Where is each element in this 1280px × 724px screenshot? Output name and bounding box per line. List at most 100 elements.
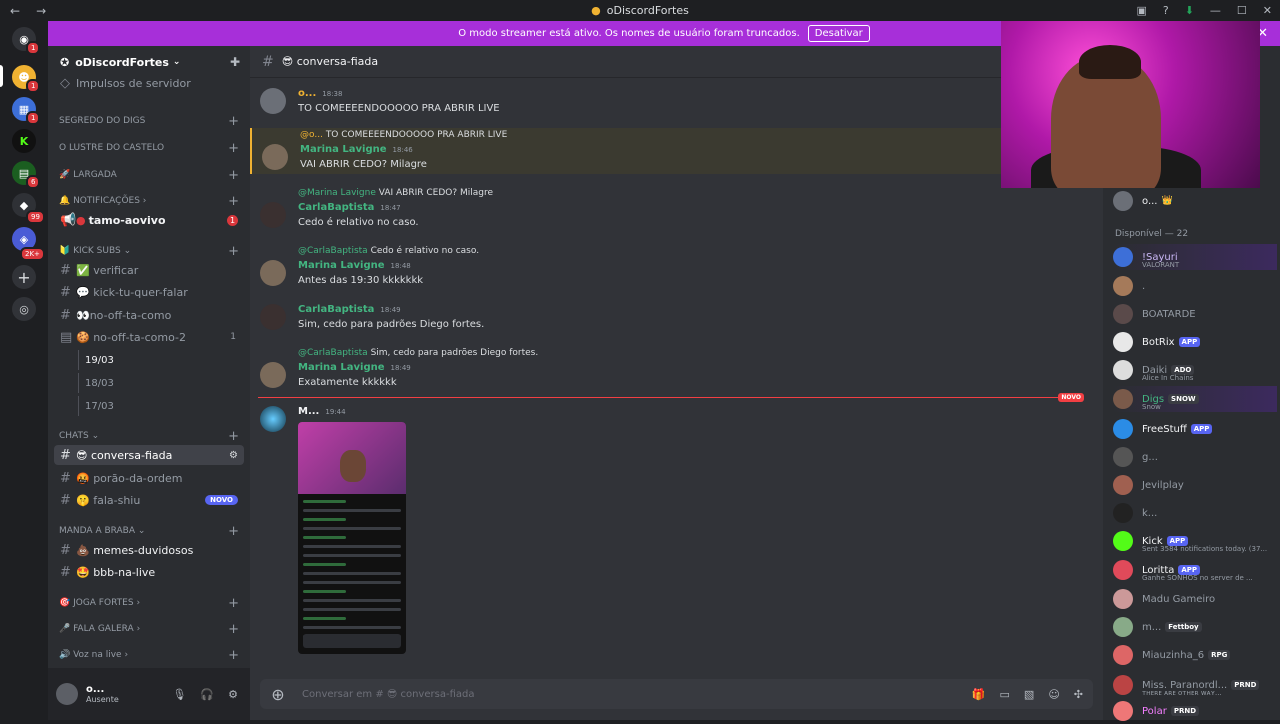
channel-fala-shiu[interactable]: #🤫 fala-shiuNOVO [54, 490, 244, 510]
channel-verificar[interactable]: #✅ verificar [54, 260, 244, 280]
thread-item[interactable]: 18/03 [78, 373, 114, 393]
image-attachment[interactable] [298, 422, 406, 654]
sticker-icon[interactable]: ▧ [1024, 688, 1034, 701]
category[interactable]: 🎯 JOGA FORTES ›+ [59, 598, 239, 608]
inbox-icon[interactable]: ▣ [1136, 4, 1146, 17]
avatar[interactable] [260, 88, 286, 114]
channel-label: bbb-na-live [93, 566, 155, 579]
category[interactable]: SEGREDO DO DIGS+ [59, 116, 239, 126]
emoji-icon[interactable]: ☺ [1048, 688, 1059, 701]
add-channel-icon[interactable]: + [228, 596, 239, 611]
message-author[interactable]: o...18:38 [298, 88, 342, 99]
category[interactable]: MANDA A BRABA ⌄+ [59, 526, 239, 536]
message-author[interactable]: Marina Lavigne18:48 [298, 260, 411, 271]
channel-tamo-aovivo[interactable]: 📢 ●tamo-aovivo 1 [54, 210, 244, 230]
gif-icon[interactable]: ▭ [1000, 688, 1010, 701]
avatar [1113, 503, 1133, 523]
add-channel-icon[interactable]: + [228, 141, 239, 156]
gift-icon[interactable]: 🎁 [972, 688, 986, 701]
category[interactable]: 🚀 LARGADA+ [59, 170, 239, 180]
close-button[interactable]: ✕ [1263, 4, 1272, 17]
server-boost[interactable]: ◇ Impulsos de servidor [54, 73, 244, 93]
member-item[interactable]: g... [1113, 444, 1277, 470]
add-channel-icon[interactable]: + [228, 244, 239, 259]
add-server-icon[interactable]: + [12, 265, 36, 289]
message-author[interactable]: Marina Lavigne18:46 [300, 144, 413, 155]
member-item[interactable]: m...Fettboy [1113, 614, 1277, 640]
category[interactable]: 🔔 NOTIFICAÇÕES ›+ [59, 196, 239, 206]
member-item[interactable]: Madu Gameiro [1113, 586, 1277, 612]
channel-settings-icon[interactable]: ⚙ [229, 450, 238, 461]
category[interactable]: CHATS ⌄+ [59, 431, 239, 441]
message-author[interactable]: Marina Lavigne18:49 [298, 362, 411, 373]
microphone-icon[interactable]: 🎙 [172, 688, 186, 701]
avatar[interactable] [260, 362, 286, 388]
explore-icon[interactable]: ◎ [12, 297, 36, 321]
kick-server-icon[interactable]: K [12, 129, 36, 153]
channel-no-off-2[interactable]: ▤🍪 no-off-ta-como-21 [54, 327, 244, 347]
member-item[interactable]: PolarPRND [1113, 698, 1277, 724]
add-channel-icon[interactable]: + [228, 194, 239, 209]
member-item[interactable]: LorittaAPPGanhe SONHOS no server de ... [1113, 557, 1277, 583]
headphones-icon[interactable]: 🎧 [200, 688, 214, 701]
download-icon[interactable]: ⬇ [1185, 4, 1194, 17]
reply-preview[interactable]: @Marina Lavigne VAI ABRIR CEDO? Milagre [298, 188, 493, 198]
channel-memes[interactable]: #💩 memes-duvidosos [54, 540, 244, 560]
avatar[interactable] [56, 683, 78, 705]
member-item[interactable]: KickAPPSent 3584 notifications today. (3… [1113, 528, 1277, 554]
add-attachment-icon[interactable]: ⊕ [266, 685, 290, 704]
avatar[interactable] [260, 260, 286, 286]
avatar[interactable] [260, 406, 286, 432]
message-author[interactable]: CarlaBaptista18:47 [298, 202, 401, 213]
member-item[interactable]: Miss. Paranordl...PRNDᴛʜᴇʀᴇ ᴀʀᴇ ᴏᴛʜᴇʀ ᴡᴀ… [1113, 672, 1277, 698]
channel-bbb[interactable]: #🤩 bbb-na-live [54, 562, 244, 582]
reply-preview[interactable]: @o... TO COMEEEENDOOOOO PRA ABRIR LIVE [300, 130, 507, 140]
message-composer[interactable]: ⊕ Conversar em # 😎 conversa-fiada 🎁 ▭ ▧ … [260, 679, 1093, 709]
reply-preview[interactable]: @CarlaBaptista Sim, cedo para padrões Di… [298, 348, 538, 358]
avatar[interactable] [262, 144, 288, 170]
avatar[interactable] [260, 304, 286, 330]
member-item[interactable]: . [1113, 273, 1277, 299]
add-channel-icon[interactable]: + [228, 114, 239, 129]
member-item[interactable]: FreeStuffAPP [1113, 416, 1277, 442]
author-name: M... [298, 406, 319, 417]
category[interactable]: 🔰 KICK SUBS ⌄+ [59, 246, 239, 256]
avatar[interactable] [260, 202, 286, 228]
channel-porao[interactable]: #🤬 porão-da-ordem [54, 468, 244, 488]
member-item[interactable]: !SayuriVALORANT [1113, 244, 1277, 270]
add-channel-icon[interactable]: + [228, 648, 239, 663]
add-channel-icon[interactable]: + [228, 168, 239, 183]
apps-icon[interactable]: ✣ [1074, 688, 1083, 701]
message-author[interactable]: CarlaBaptista18:49 [298, 304, 401, 315]
member-item[interactable]: k... [1113, 500, 1277, 526]
category[interactable]: O LUSTRE DO CASTELO+ [59, 143, 239, 153]
channel-kick[interactable]: #💬 kick-tu-quer-falar [54, 282, 244, 302]
gear-icon[interactable]: ⚙ [228, 688, 238, 701]
member-item[interactable]: DaikiADOAlice In Chains [1113, 357, 1277, 383]
channel-no-off[interactable]: #👀no-off-ta-como [54, 305, 244, 325]
help-icon[interactable]: ? [1163, 4, 1169, 17]
add-channel-icon[interactable]: + [228, 524, 239, 539]
reply-preview[interactable]: @CarlaBaptista Cedo é relativo no caso. [298, 246, 479, 256]
member-item[interactable]: BotRixAPP [1113, 329, 1277, 355]
add-channel-icon[interactable]: + [228, 429, 239, 444]
add-channel-icon[interactable]: + [228, 622, 239, 637]
disable-streamer-button[interactable]: Desativar [808, 25, 870, 42]
thread-item[interactable]: 17/03 [78, 396, 114, 416]
thread-item[interactable]: 19/03 [78, 350, 114, 370]
category[interactable]: 🔊 Voz na live ›+ [59, 650, 239, 660]
avatar [1113, 617, 1133, 637]
message-author[interactable]: M...19:44 [298, 406, 346, 417]
member-item[interactable]: Miauzinha_6RPG [1113, 642, 1277, 668]
member-item[interactable]: BOATARDE [1113, 301, 1277, 327]
invite-icon[interactable]: ✚ [230, 55, 240, 69]
minimize-button[interactable]: — [1210, 4, 1221, 17]
member-item[interactable]: Jevilplay [1113, 472, 1277, 498]
forward-button[interactable]: → [36, 4, 46, 18]
back-button[interactable]: ← [10, 4, 20, 18]
channel-conversa-fiada[interactable]: #😎 conversa-fiada⚙ [54, 445, 244, 465]
maximize-button[interactable]: ☐ [1237, 4, 1247, 17]
member-item[interactable]: o...👑 [1113, 188, 1277, 214]
member-item[interactable]: DigsSNOWSnow [1113, 386, 1277, 412]
category[interactable]: 🎤 FALA GALERA ›+ [59, 624, 239, 634]
